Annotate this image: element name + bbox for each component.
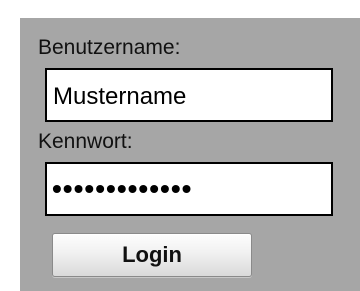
password-mask: ••••••••••••• bbox=[52, 173, 193, 204]
username-label: Benutzername: bbox=[38, 36, 181, 59]
username-value: Mustername bbox=[53, 83, 187, 110]
password-field[interactable]: ••••••••••••• bbox=[45, 162, 333, 216]
login-button-label: Login bbox=[122, 242, 182, 267]
password-label: Kennwort: bbox=[38, 130, 133, 153]
login-button[interactable]: Login bbox=[52, 233, 252, 277]
login-panel: Benutzername: Mustername Kennwort: •••••… bbox=[20, 18, 360, 291]
username-field[interactable]: Mustername bbox=[45, 68, 333, 122]
